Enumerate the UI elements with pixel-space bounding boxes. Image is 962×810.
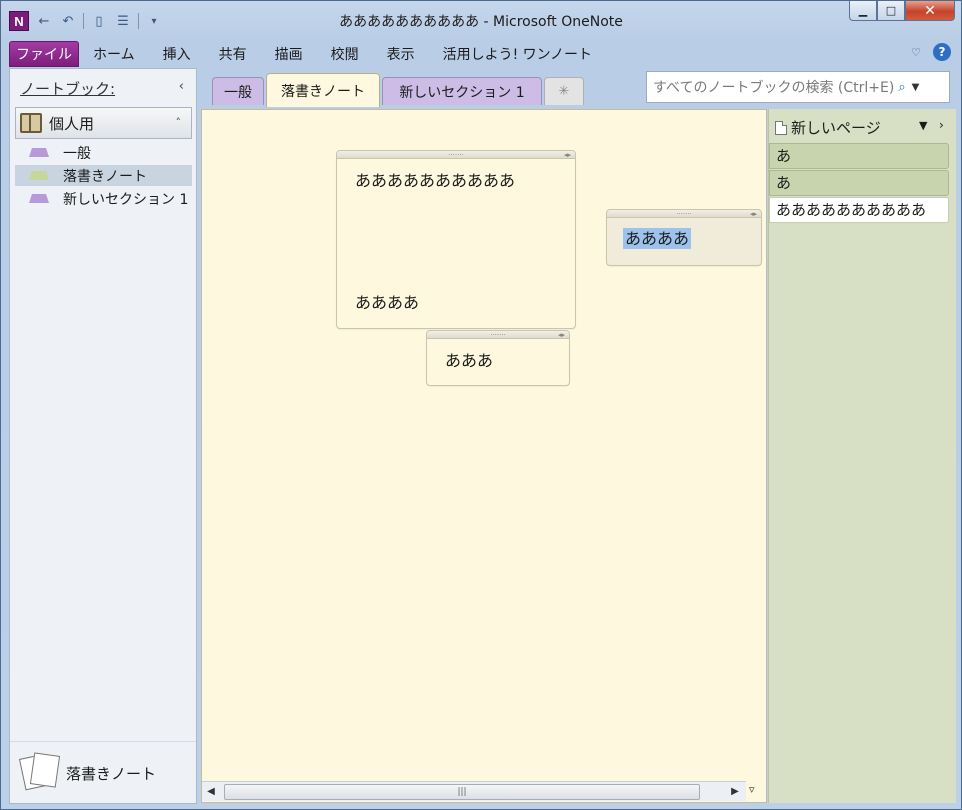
new-page-dropdown-icon[interactable]: ▼ [919,119,927,132]
page-tabs-pane: 新しいページ ▼ › あ あ ああああああああああ [768,109,956,803]
page-tab[interactable]: あ [769,170,949,196]
page-tabs-menu-icon[interactable]: ▿ [749,783,755,796]
tab-section-new-1[interactable]: 新しいセクション 1 [382,77,542,105]
active-note-container[interactable]: ······· ◂▸ ああああ [606,209,762,266]
unfiled-notes-footer[interactable]: 落書きノート [10,741,196,803]
note-container[interactable]: ······· ◂▸ あああ [426,330,570,386]
minimize-button[interactable]: ▁ [849,1,877,21]
collapse-nav-icon[interactable]: ‹ [179,79,184,94]
scroll-right-icon[interactable]: ▶ [726,783,744,801]
close-button[interactable]: ✕ [905,1,955,21]
ribbon-tab-bar: ファイル ホーム 挿入 共有 描画 校閲 表示 活用しよう! ワンノート ♡ ? [9,41,955,67]
tab-share[interactable]: 共有 [205,41,261,67]
chevron-up-icon[interactable]: ˄ [176,116,182,129]
notebooks-header[interactable]: ノートブック: [20,78,115,99]
tab-home[interactable]: ホーム [79,41,149,67]
tab-insert[interactable]: 挿入 [149,41,205,67]
minimize-ribbon-icon[interactable]: ♡ [911,46,921,59]
section-label: 新しいセクション 1 [63,191,189,208]
scrollbar-thumb[interactable]: ||| [224,784,700,800]
search-box[interactable]: すべてのノートブックの検索 (Ctrl+E) ⌕ ▼ [646,71,950,103]
unfiled-notes-label: 落書きノート [66,765,157,783]
tab-getting-started[interactable]: 活用しよう! ワンノート [429,41,606,67]
selected-note-text[interactable]: ああああ [623,225,692,249]
note-text[interactable]: ああああ [355,289,419,313]
page-canvas[interactable]: ······· ◂▸ ああああああああああ ああああ ······· ◂▸ あああ … [201,109,767,803]
window-controls: ▁ □ ✕ [849,1,955,21]
expand-page-tabs-icon[interactable]: › [939,118,944,132]
search-icon[interactable]: ⌕ [898,80,905,95]
notebook-label: 個人用 [49,114,95,133]
window-title: ああああああああああ - Microsoft OneNote [339,14,623,30]
section-tab-icon [29,194,49,203]
note-text[interactable]: ああああああああああ [355,167,515,191]
notebook-icon [19,111,45,135]
tab-review[interactable]: 校閲 [317,41,373,67]
nav-section-scratch[interactable]: 落書きノート [15,165,192,186]
section-tab-icon [29,148,49,157]
tab-draw[interactable]: 描画 [261,41,317,67]
unfiled-notes-icon [18,750,62,791]
notebook-personal[interactable]: 個人用 ˄ [15,107,192,139]
section-label: 落書きノート [63,168,147,185]
tab-file[interactable]: ファイル [9,41,79,67]
new-page-icon [775,120,787,135]
new-page-button[interactable]: 新しいページ [775,117,881,138]
note-grip[interactable]: ······· ◂▸ [427,331,569,339]
search-scope-dropdown-icon[interactable]: ▼ [912,82,920,93]
text-selection[interactable]: ああああ [623,228,692,249]
page-tab-selected[interactable]: ああああああああああ [769,197,949,223]
new-section-tab[interactable]: ✳ [544,77,584,105]
section-tab-bar: 一般 落書きノート 新しいセクション 1 ✳ [212,73,632,107]
nav-section-general[interactable]: 一般 [15,142,192,163]
maximize-button[interactable]: □ [877,1,905,21]
tab-view[interactable]: 表示 [373,41,429,67]
horizontal-scrollbar[interactable]: ◀ ||| ▶ [202,781,746,801]
tab-section-general[interactable]: 一般 [212,77,264,105]
new-page-label: 新しいページ [791,119,881,137]
note-container[interactable]: ······· ◂▸ ああああああああああ ああああ [336,150,576,329]
notebook-navigation-pane: ノートブック: ‹ 個人用 ˄ 一般 落書きノート 新しいセクション 1 落書き… [9,68,197,804]
search-input[interactable]: すべてのノートブックの検索 (Ctrl+E) [653,77,894,97]
title-bar: N ← ↶ ▯ ☰ ▾ ああああああああああ - Microsoft OneNo… [1,1,961,39]
help-icon[interactable]: ? [933,43,951,61]
scroll-left-icon[interactable]: ◀ [202,783,220,801]
page-tab[interactable]: あ [769,143,949,169]
ribbon-right-controls: ♡ ? [911,43,951,61]
note-text[interactable]: あああ [445,347,493,371]
tab-section-scratch[interactable]: 落書きノート [266,73,380,107]
nav-section-new-1[interactable]: 新しいセクション 1 [15,188,192,209]
note-grip[interactable]: ······· ◂▸ [607,210,761,218]
note-grip[interactable]: ······· ◂▸ [337,151,575,159]
onenote-window: N ← ↶ ▯ ☰ ▾ ああああああああああ - Microsoft OneNo… [0,0,962,810]
section-tab-icon [29,171,49,180]
section-label: 一般 [63,145,91,162]
